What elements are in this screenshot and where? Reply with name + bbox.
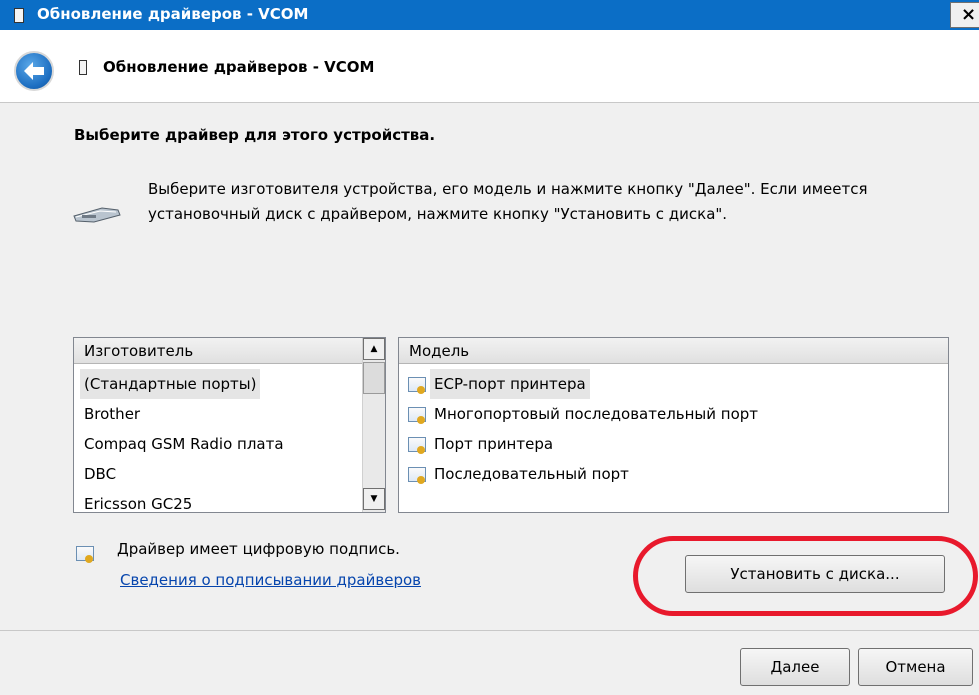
- cancel-button[interactable]: Отмена: [858, 648, 973, 686]
- close-button[interactable]: ×: [950, 2, 979, 28]
- highlight-annotation: [633, 536, 978, 616]
- device-header-icon: [79, 60, 87, 75]
- list-item[interactable]: Ericsson GC25: [84, 489, 192, 512]
- manufacturer-listbox[interactable]: Изготовитель (Стандартные порты) Brother…: [73, 337, 386, 513]
- window-title: Обновление драйверов - VCOM: [37, 5, 309, 23]
- next-button[interactable]: Далее: [740, 648, 850, 686]
- back-arrow-icon: [24, 62, 44, 80]
- instructions-text: Выберите изготовителя устройства, его мо…: [148, 180, 868, 223]
- device-window-icon: [14, 8, 24, 23]
- driver-signing-link[interactable]: Сведения о подписывании драйверов: [120, 571, 421, 589]
- scroll-down-button[interactable]: ▼: [363, 488, 385, 510]
- model-listbox[interactable]: Модель ECP-порт принтера Многопортовый п…: [398, 337, 949, 513]
- certificate-icon: [408, 407, 426, 424]
- back-button[interactable]: [14, 51, 54, 91]
- list-item[interactable]: DBC: [84, 459, 116, 489]
- certificate-icon: [408, 437, 426, 454]
- list-item[interactable]: (Стандартные порты): [80, 369, 261, 399]
- list-item[interactable]: ECP-порт принтера: [430, 369, 590, 399]
- scroll-up-button[interactable]: ▲: [363, 338, 385, 360]
- certificate-icon: [408, 377, 426, 394]
- certificate-icon: [76, 546, 94, 563]
- certificate-icon: [408, 467, 426, 484]
- list-item[interactable]: Порт принтера: [434, 429, 553, 459]
- list-item[interactable]: Многопортовый последовательный порт: [434, 399, 758, 429]
- scroll-thumb[interactable]: [363, 362, 385, 394]
- footer-divider: [0, 630, 979, 631]
- manufacturer-column-header[interactable]: Изготовитель: [74, 338, 362, 364]
- list-item[interactable]: Compaq GSM Radio плата: [84, 429, 284, 459]
- list-item[interactable]: Brother: [84, 399, 140, 429]
- serial-port-icon: [73, 207, 121, 223]
- manufacturer-scrollbar[interactable]: ▲ ▼: [362, 338, 385, 512]
- list-item[interactable]: Последовательный порт: [434, 459, 629, 489]
- model-column-header[interactable]: Модель: [399, 338, 948, 364]
- header-title: Обновление драйверов - VCOM: [103, 58, 375, 76]
- signature-status: Драйвер имеет цифровую подпись.: [117, 540, 400, 558]
- page-heading: Выберите драйвер для этого устройства.: [74, 126, 436, 144]
